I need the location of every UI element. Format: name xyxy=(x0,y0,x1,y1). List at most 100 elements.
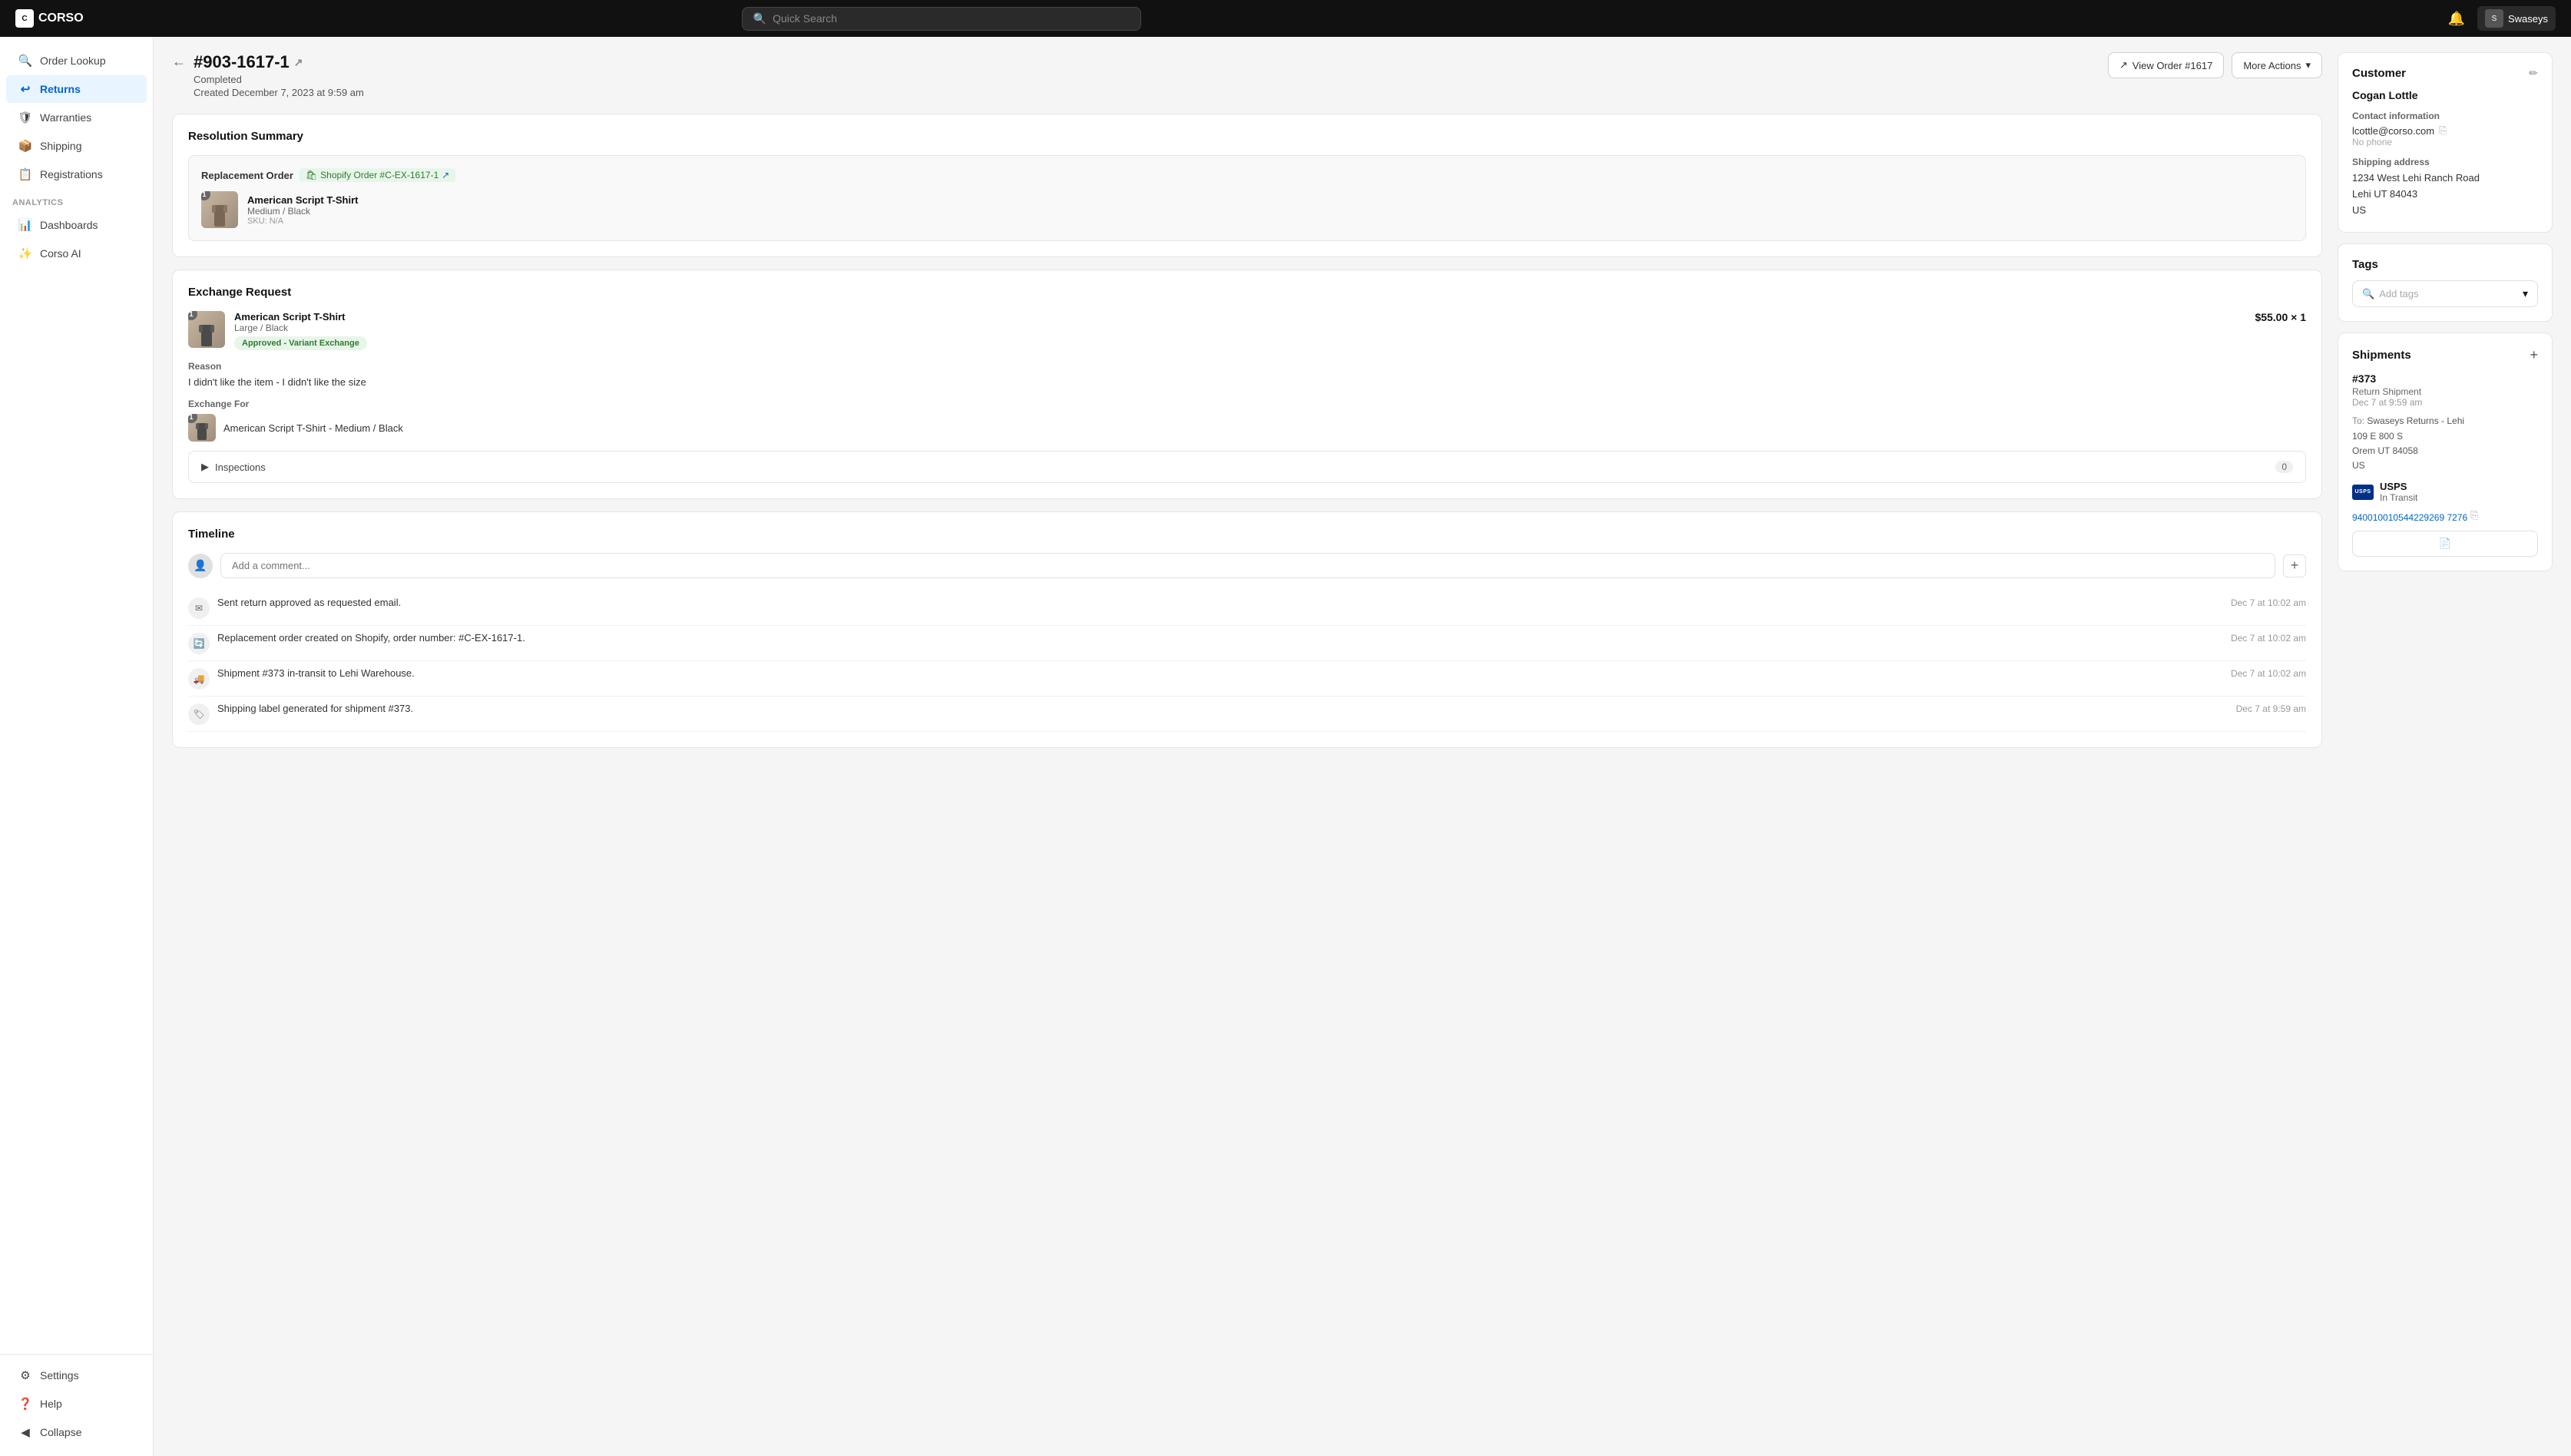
timeline-text-3: Shipping label generated for shipment #3… xyxy=(217,703,2229,714)
sidebar-item-help[interactable]: ❓ Help xyxy=(6,1390,147,1418)
bell-icon[interactable]: 🔔 xyxy=(2448,11,2465,27)
sidebar-item-corso-ai[interactable]: ✨ Corso AI xyxy=(6,240,147,267)
user-badge[interactable]: S Swaseys xyxy=(2477,6,2556,31)
replacement-item-sku: SKU: N/A xyxy=(247,217,2293,226)
shipment-date: Dec 7 at 9:59 am xyxy=(2352,397,2538,408)
external-link-icon[interactable]: ↗ xyxy=(294,56,303,69)
page-title-area: #903-1617-1 ↗ Completed Created December… xyxy=(194,52,364,98)
sidebar-label-registrations: Registrations xyxy=(40,168,103,180)
timeline-text-2: Shipment #373 in-transit to Lehi Warehou… xyxy=(217,667,2223,679)
chevron-down-icon: ▾ xyxy=(2305,59,2311,71)
tracking-number-link[interactable]: 940010010544229269 7276 xyxy=(2352,512,2467,523)
timeline-title: Timeline xyxy=(188,528,2306,541)
inspections-count: 0 xyxy=(2275,461,2293,473)
exchange-for-label: Exchange For xyxy=(188,399,2306,409)
status-text: Completed xyxy=(194,74,242,85)
shipments-card: Shipments + #373 Return Shipment Dec 7 a… xyxy=(2338,333,2553,571)
replacement-order-box: Replacement Order 🛍 Shopify Order #C-EX-… xyxy=(188,155,2306,241)
add-comment-button[interactable]: + xyxy=(2283,554,2306,577)
comment-input[interactable] xyxy=(220,553,2275,578)
shipment-to: To: Swaseys Returns - Lehi 109 E 800 S O… xyxy=(2352,414,2538,473)
page-title: #903-1617-1 ↗ xyxy=(194,52,364,72)
inspections-label: Inspections xyxy=(215,462,266,473)
add-shipment-icon[interactable]: + xyxy=(2530,347,2538,363)
shopify-badge: 🛍 Shopify Order #C-EX-1617-1 ↗ xyxy=(299,168,455,182)
tags-title: Tags xyxy=(2352,258,2378,271)
replacement-item-name: American Script T-Shirt xyxy=(247,194,2293,206)
timeline-event-1: 🔄 Replacement order created on Shopify, … xyxy=(188,626,2306,661)
settings-icon: ⚙ xyxy=(18,1368,32,1382)
returns-icon: ↩ xyxy=(18,82,32,96)
replacement-item-variant: Medium / Black xyxy=(247,206,2293,217)
sidebar-item-order-lookup[interactable]: 🔍 Order Lookup xyxy=(6,47,147,74)
sidebar-item-shipping[interactable]: 📦 Shipping xyxy=(6,132,147,160)
main-content-area: ← #903-1617-1 ↗ Completed Created Decemb… xyxy=(154,37,2571,1456)
external-icon: ↗ xyxy=(2119,59,2128,71)
sidebar-item-collapse[interactable]: ◀ Collapse xyxy=(6,1418,147,1446)
page-header: ← #903-1617-1 ↗ Completed Created Decemb… xyxy=(172,52,2322,98)
shopify-order-label: Shopify Order #C-EX-1617-1 xyxy=(320,170,438,180)
tags-dropdown[interactable]: 🔍 Add tags ▾ xyxy=(2352,280,2538,307)
warranties-icon: 🛡 xyxy=(18,111,32,124)
user-name: Swaseys xyxy=(2508,13,2548,25)
help-icon: ❓ xyxy=(18,1397,32,1411)
carrier-name: USPS xyxy=(2380,481,2417,492)
customer-email: lcottle@corso.com xyxy=(2352,125,2434,137)
exchange-price: $55.00 × 1 xyxy=(2255,311,2306,323)
page-status: Completed xyxy=(194,74,364,85)
contact-info-title: Contact information xyxy=(2352,111,2538,121)
dashboards-icon: 📊 xyxy=(18,218,32,232)
shipment-type: Return Shipment xyxy=(2352,386,2538,397)
sidebar-item-returns[interactable]: ↩ Returns xyxy=(6,75,147,103)
inspections-left: ▶ Inspections xyxy=(201,461,266,473)
page-header-left: ← #903-1617-1 ↗ Completed Created Decemb… xyxy=(172,52,364,98)
shipping-address-title: Shipping address xyxy=(2352,157,2538,167)
sidebar-item-dashboards[interactable]: 📊 Dashboards xyxy=(6,211,147,239)
search-bar[interactable]: 🔍 Quick Search xyxy=(742,7,1141,31)
sidebar: 🔍 Order Lookup ↩ Returns 🛡 Warranties 📦 … xyxy=(0,37,154,1456)
replacement-item-details: American Script T-Shirt Medium / Black S… xyxy=(247,194,2293,226)
customer-name: Cogan Lottle xyxy=(2352,89,2538,101)
reason-label: Reason xyxy=(188,361,2306,372)
corso-ai-icon: ✨ xyxy=(18,247,32,260)
exchange-item-name: American Script T-Shirt xyxy=(234,311,2245,323)
usps-logo: USPS xyxy=(2352,485,2374,500)
inspections-row[interactable]: ▶ Inspections 0 xyxy=(188,451,2306,483)
more-actions-button[interactable]: More Actions ▾ xyxy=(2232,52,2322,78)
exchange-for-row: 1 American Script T-Shirt - Medium / Bla… xyxy=(188,414,2306,442)
view-order-label: View Order #1617 xyxy=(2133,60,2213,71)
shipment-to-label: To: xyxy=(2352,415,2364,426)
shipment-action-button[interactable]: 📄 xyxy=(2352,531,2538,557)
sidebar-item-settings[interactable]: ⚙ Settings xyxy=(6,1362,147,1389)
address-line1: 1234 West Lehi Ranch Road xyxy=(2352,170,2538,187)
carrier-row: USPS USPS In Transit xyxy=(2352,481,2538,503)
exchange-item-variant: Large / Black xyxy=(234,323,2245,333)
shopify-external-icon[interactable]: ↗ xyxy=(442,170,449,180)
shipping-address: 1234 West Lehi Ranch Road Lehi UT 84043 … xyxy=(2352,170,2538,218)
shipments-title: Shipments xyxy=(2352,349,2411,362)
copy-tracking-icon[interactable]: ⎘ xyxy=(2470,509,2478,521)
view-order-button[interactable]: ↗ View Order #1617 xyxy=(2108,52,2224,78)
sidebar-label-corso-ai: Corso AI xyxy=(40,247,81,260)
timeline-events: ✉ Sent return approved as requested emai… xyxy=(188,591,2306,732)
tags-card-header: Tags xyxy=(2352,258,2538,271)
order-id: #903-1617-1 xyxy=(194,52,290,72)
timeline-event-2: 🚚 Shipment #373 in-transit to Lehi Wareh… xyxy=(188,661,2306,697)
back-button[interactable]: ← xyxy=(172,54,186,70)
sidebar-item-warranties[interactable]: 🛡 Warranties xyxy=(6,104,147,131)
shipping-icon: 📦 xyxy=(18,139,32,153)
sidebar-label-dashboards: Dashboards xyxy=(40,219,98,231)
edit-customer-icon[interactable]: ✏ xyxy=(2529,67,2538,80)
timeline-text-0: Sent return approved as requested email. xyxy=(217,597,2223,608)
timeline-time-3: Dec 7 at 9:59 am xyxy=(2236,703,2306,714)
exchange-item-info: American Script T-Shirt Large / Black Ap… xyxy=(234,311,2245,350)
timeline-time-0: Dec 7 at 10:02 am xyxy=(2231,597,2306,608)
sidebar-label-warranties: Warranties xyxy=(40,111,91,124)
replacement-item-row: 1 American Script T-Shirt Medium / Black… xyxy=(201,191,2293,228)
sidebar-item-registrations[interactable]: 📋 Registrations xyxy=(6,160,147,188)
copy-email-icon[interactable]: ⎘ xyxy=(2439,124,2447,137)
sidebar-analytics-items: 📊 Dashboards ✨ Corso AI xyxy=(0,210,153,268)
customer-card-header: Customer ✏ xyxy=(2352,67,2538,80)
customer-card: Customer ✏ Cogan Lottle Contact informat… xyxy=(2338,52,2553,233)
search-area: 🔍 Quick Search xyxy=(742,7,1141,31)
